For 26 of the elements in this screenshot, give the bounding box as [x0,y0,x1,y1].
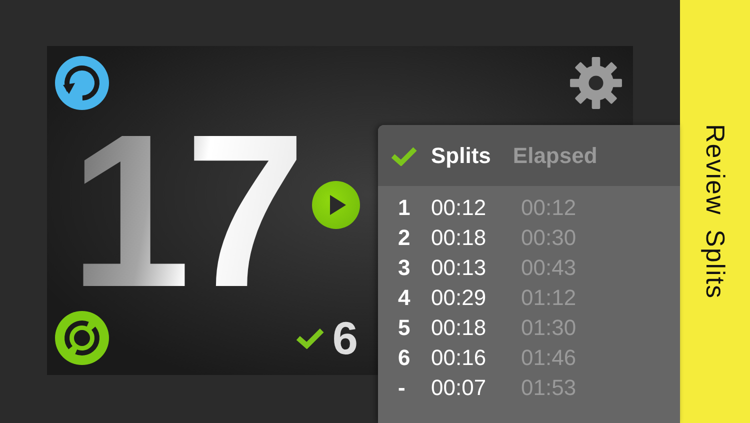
split-time: 00:12 [431,195,488,221]
review-splits-tab[interactable]: Review Splits [700,124,730,300]
split-number: 5 [398,315,412,341]
split-time: 00:16 [431,345,488,371]
split-number: - [398,375,406,401]
reset-button[interactable] [55,56,109,110]
settings-icon [569,56,623,110]
split-time: 00:07 [431,375,488,401]
split-number: 6 [398,345,412,371]
check-icon [296,327,324,349]
column-header: Splits [431,142,491,168]
split-number: 4 [398,285,412,311]
split-number: 1 [398,195,412,221]
split-time: 00:13 [431,255,488,281]
lap-button[interactable] [55,311,109,365]
lap-count: 6 [332,315,358,361]
column-header: Elapsed [512,142,598,168]
split-time: 00:18 [431,315,488,341]
settings-button[interactable] [569,56,623,110]
play-icon [330,194,346,214]
play-button[interactable] [312,180,360,228]
split-number: 3 [398,255,412,281]
check-icon [391,146,417,166]
split-time: 00:29 [431,285,488,311]
split-number: 2 [398,225,412,251]
split-time: 00:18 [431,225,488,251]
